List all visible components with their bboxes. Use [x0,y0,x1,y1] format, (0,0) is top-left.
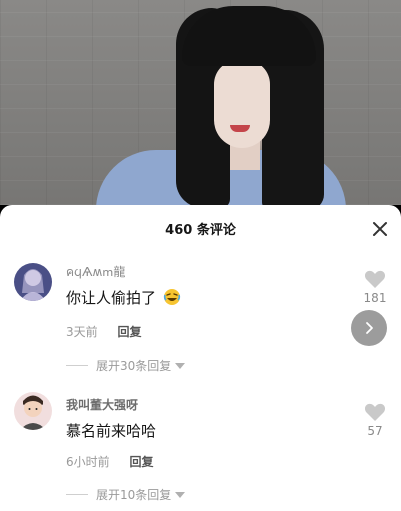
close-icon [373,222,387,236]
like-button[interactable]: 57 [357,402,393,438]
like-button[interactable]: 181 [357,269,393,305]
avatar[interactable] [14,392,52,430]
video-player[interactable] [0,0,401,205]
chevron-down-icon [175,362,186,369]
comment-sheet: 460 条评论 คϥѦʍՠ龍 你让人偷拍了 3天前 回复 展开30条回复 181… [0,205,401,511]
heart-icon [364,270,386,288]
comment-count-title: 460 条评论 [165,223,236,238]
expand-replies-button[interactable]: 展开30条回复 [66,357,186,374]
reply-button[interactable]: 回复 [129,455,153,469]
comment-text-content: 你让人偷拍了 [66,289,157,307]
heart-icon [364,403,386,421]
comment-username[interactable]: คϥѦʍՠ龍 [66,263,125,282]
expand-divider [66,365,88,366]
rolling-laughing-emoji-icon [163,289,180,305]
like-count: 57 [367,424,383,438]
expand-replies-label: 展开30条回复 [96,359,172,373]
comment-text: 慕名前来哈哈 [66,422,157,440]
like-count: 181 [363,291,387,305]
expand-divider [66,494,88,495]
comment-time: 3天前 [66,325,98,339]
expand-replies-label: 展开10条回复 [96,488,172,502]
chevron-right-icon [366,322,373,334]
video-figure-face [214,60,270,148]
reply-button[interactable]: 回复 [117,325,141,339]
comment-text: 你让人偷拍了 [66,287,181,308]
expand-replies-button[interactable]: 展开10条回复 [66,486,186,503]
comment-time: 6小时前 [66,455,110,469]
close-button[interactable] [371,220,389,238]
comment-username[interactable]: 我叫董大强呀 [66,396,138,413]
chevron-down-icon [175,491,186,498]
next-video-button[interactable] [351,310,387,346]
comment-meta: 6小时前 回复 [66,453,153,470]
comment-meta: 3天前 回复 [66,323,141,340]
avatar[interactable] [14,263,52,301]
